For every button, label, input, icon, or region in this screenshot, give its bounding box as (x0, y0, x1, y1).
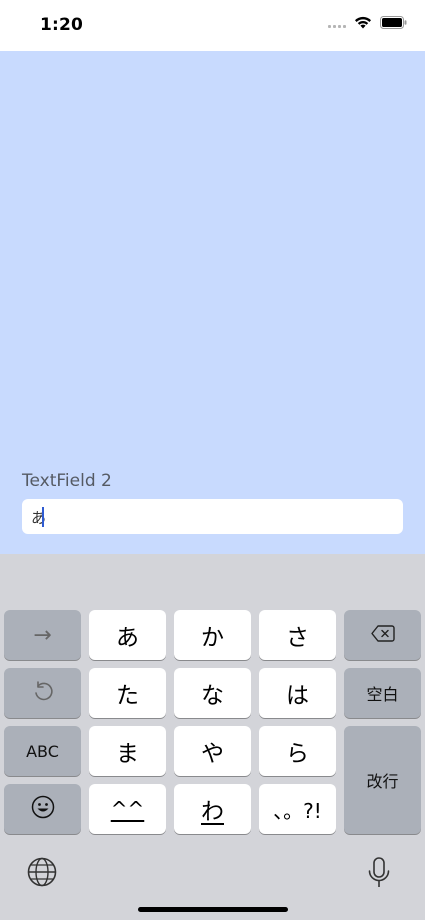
key-ka[interactable]: か (174, 610, 251, 660)
globe-icon (26, 857, 58, 892)
kaomoji-label: ^^ (110, 797, 145, 821)
delete-left-icon (370, 624, 395, 646)
return-key[interactable]: 改行 (344, 726, 421, 834)
key-sa[interactable]: さ (259, 610, 336, 660)
key-wa[interactable]: わ (174, 784, 251, 834)
key-na[interactable]: な (174, 668, 251, 718)
undo-key[interactable] (4, 668, 81, 718)
undo-icon (32, 680, 54, 706)
globe-key[interactable] (26, 856, 58, 892)
status-icons (328, 16, 407, 29)
textfield-label: TextField 2 (22, 471, 112, 491)
key-ha[interactable]: は (259, 668, 336, 718)
key-ma[interactable]: ま (89, 726, 166, 776)
home-indicator[interactable] (138, 907, 288, 912)
battery-icon (380, 16, 407, 29)
text-caret (42, 507, 44, 527)
status-time: 1:20 (40, 15, 84, 35)
arrow-right-icon: → (33, 622, 52, 648)
key-ra[interactable]: ら (259, 726, 336, 776)
emoji-key[interactable] (4, 784, 81, 834)
key-kaomoji[interactable]: ^^ (89, 784, 166, 834)
japanese-kana-keyboard: → あ か さ た な は 空白 ABC ま や ら 改行 ^^ わ 、。?! (0, 554, 425, 920)
textfield-2-input[interactable]: あ (22, 499, 403, 534)
space-key[interactable]: 空白 (344, 668, 421, 718)
key-a[interactable]: あ (89, 610, 166, 660)
wifi-icon (354, 16, 372, 29)
delete-key[interactable] (344, 610, 421, 660)
wa-label: わ (201, 799, 224, 825)
emoji-icon (31, 795, 55, 823)
key-ta[interactable]: た (89, 668, 166, 718)
status-bar: 1:20 (0, 0, 425, 51)
cellular-signal-icon (328, 18, 346, 28)
dictation-key[interactable] (366, 856, 392, 894)
key-punctuation[interactable]: 、。?! (259, 784, 336, 834)
key-ya[interactable]: や (174, 726, 251, 776)
microphone-icon (366, 857, 392, 894)
content-area: TextField 2 あ (0, 51, 425, 554)
abc-key[interactable]: ABC (4, 726, 81, 776)
next-character-key[interactable]: → (4, 610, 81, 660)
